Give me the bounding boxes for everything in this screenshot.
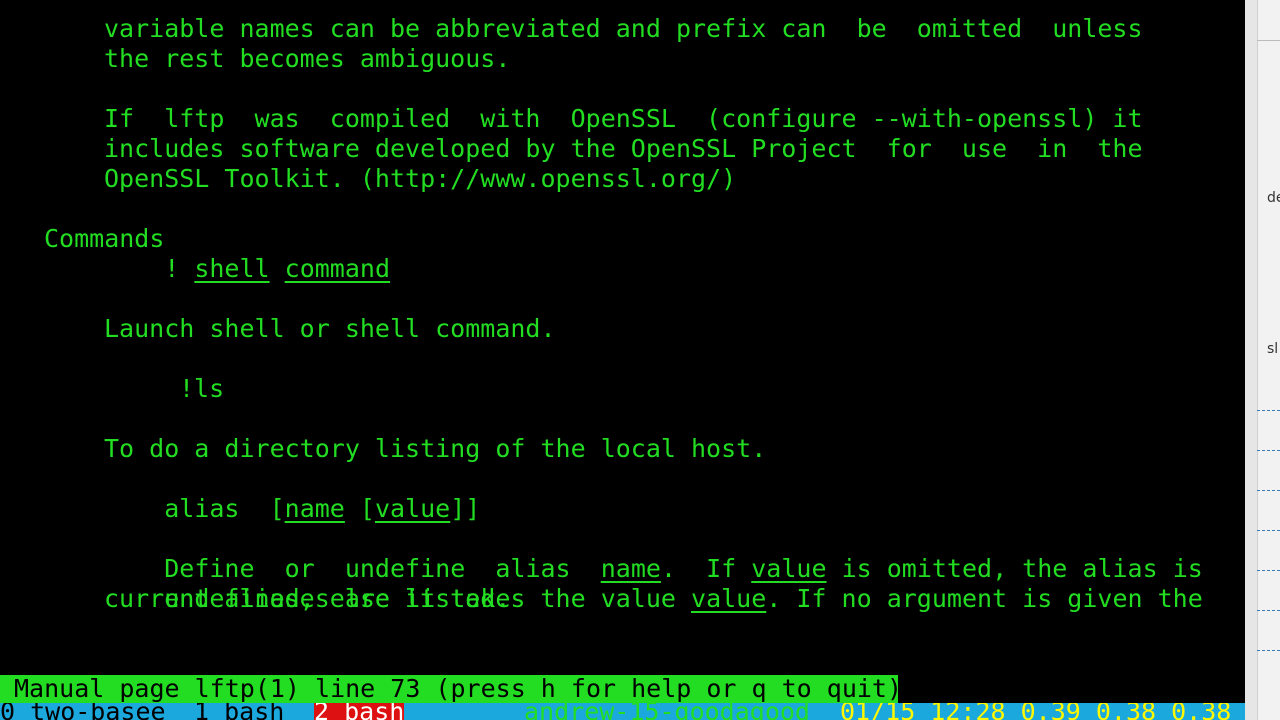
bang-token: ! [164, 254, 195, 283]
dashed-line [1257, 610, 1280, 611]
dashed-line [1257, 410, 1280, 411]
dashed-line [1257, 570, 1280, 571]
dashed-line [1257, 650, 1280, 651]
command-arg: command [284, 254, 391, 283]
man-text-line: Launch shell or shell command. [104, 314, 556, 343]
pager-status-bar: Manual page lftp(1) line 73 (press h for… [0, 675, 902, 703]
man-text-line: !ls [179, 374, 225, 403]
tmux-window-2-active[interactable]: 2 bash [314, 703, 405, 720]
tmux-status-bar: 0 two-basee 1 bash 2 bash andrew-15-good… [0, 703, 1245, 720]
text-fragment: sl [1267, 341, 1279, 357]
man-text-line: the rest becomes ambiguous. [104, 44, 511, 73]
dashed-line [1257, 490, 1280, 491]
bracket: [ [344, 494, 375, 523]
man-text-line: includes software developed by the OpenS… [104, 134, 1143, 163]
shell-arg: shell [194, 254, 270, 283]
window-edge [1245, 0, 1258, 720]
value-ref: value [691, 584, 767, 613]
alias-value-arg: value [374, 494, 451, 523]
alias-description-line: Define or undefine alias name. If value … [104, 524, 1203, 583]
alias-description-line: current aliases are listed. [104, 584, 511, 613]
shell-command-synopsis: ! shell command [104, 224, 390, 283]
tmux-window-0[interactable]: 0 two-basee [0, 703, 166, 720]
alias-name-arg: name [284, 494, 345, 523]
divider [1257, 40, 1280, 41]
text-fragment: de [1267, 190, 1280, 206]
man-text-line: variable names can be abbreviated and pr… [104, 14, 1143, 43]
bracket: ]] [450, 494, 481, 523]
text-run: . If no argument is given the [766, 584, 1203, 613]
tmux-clock-load: 01/15 12:28 0.39 0.38 0.38 [840, 703, 1232, 720]
dashed-line [1257, 530, 1280, 531]
background-window[interactable]: de sl [1245, 0, 1280, 720]
tmux-hostname: andrew-15-goodagood [524, 703, 810, 720]
terminal-window[interactable]: variable names can be abbreviated and pr… [0, 0, 1245, 720]
alias-synopsis: alias [name [value]] [104, 464, 480, 523]
alias-description-line: undefined, else it takes the value value… [104, 554, 1203, 613]
tmux-window-1[interactable]: 1 bash [194, 703, 284, 720]
bracket: [ [269, 494, 285, 523]
man-text-line: If lftp was compiled with OpenSSL (confi… [104, 104, 1143, 133]
dashed-line [1257, 450, 1280, 451]
alias-cmd: alias [164, 494, 270, 523]
pager-status-text: Manual page lftp(1) line 73 (press h for… [14, 674, 903, 703]
man-text-line: To do a directory listing of the local h… [104, 434, 767, 463]
man-text-line: OpenSSL Toolkit. (http://www.openssl.org… [104, 164, 737, 193]
